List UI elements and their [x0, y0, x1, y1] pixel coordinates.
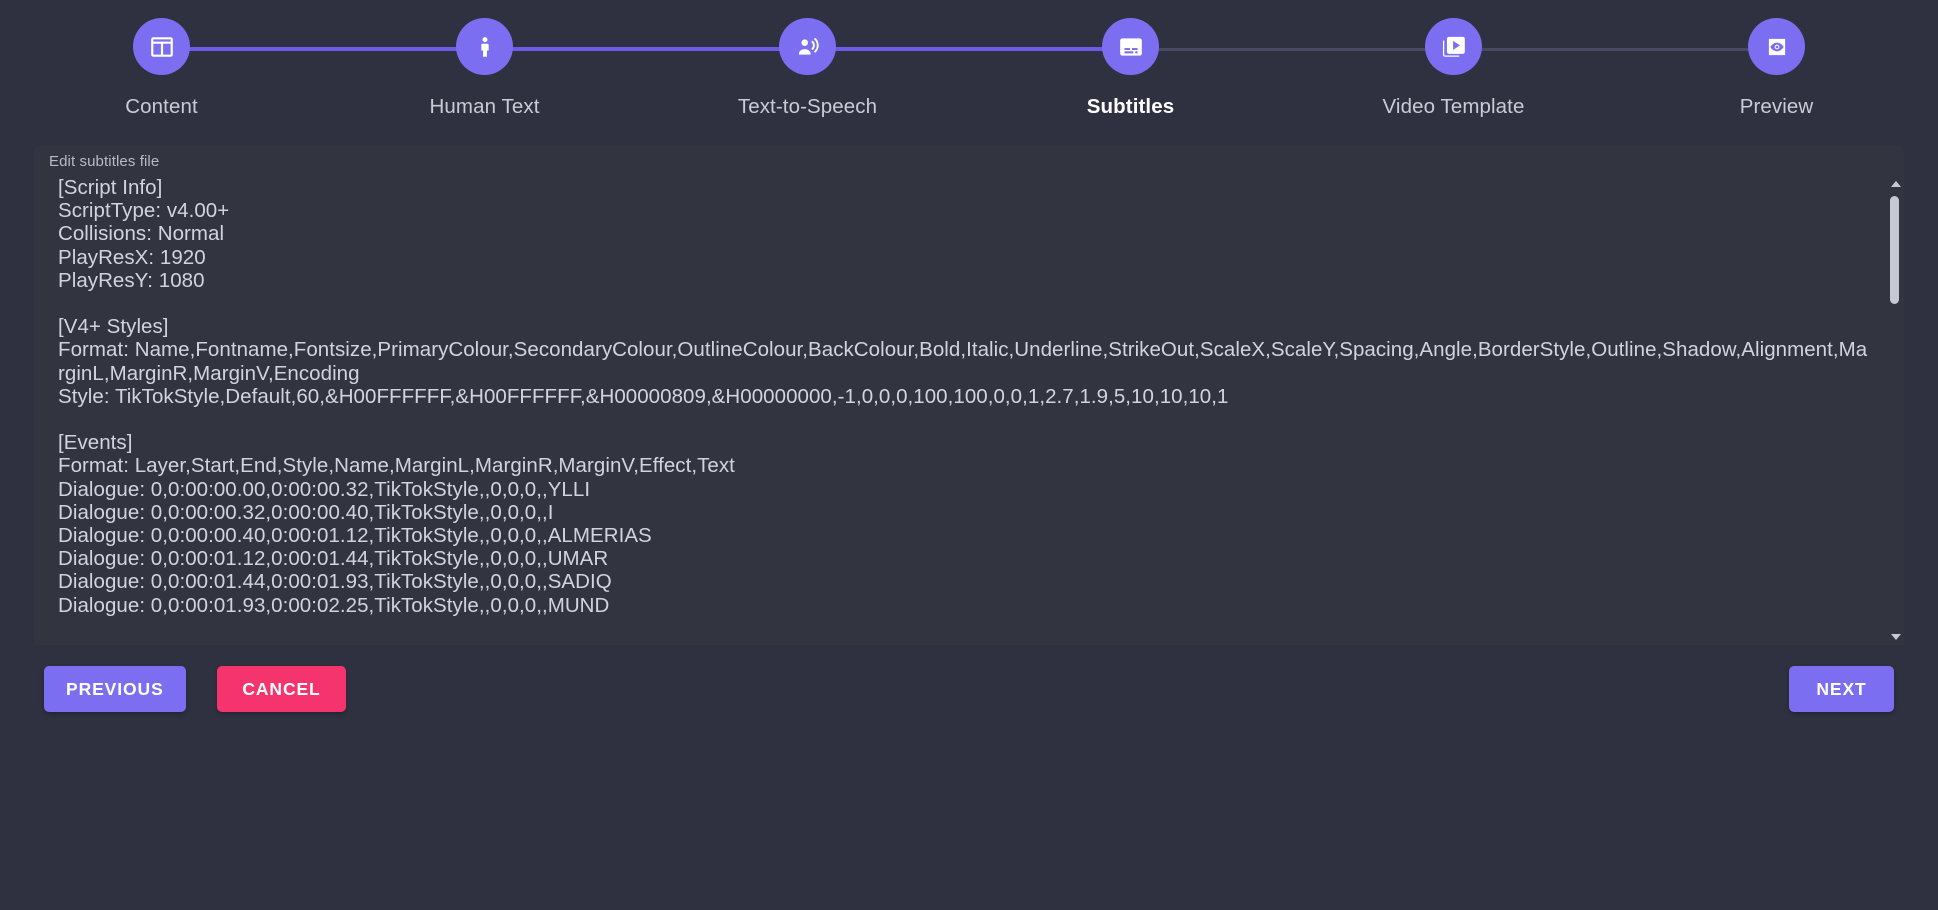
step-preview[interactable]: Preview: [1615, 0, 1938, 118]
step-human-text[interactable]: Human Text: [323, 0, 646, 118]
preview-eye-icon: [1764, 34, 1790, 60]
step-video-template-label: Video Template: [1383, 97, 1525, 118]
next-button[interactable]: NEXT: [1789, 666, 1894, 712]
step-subtitles-circle[interactable]: [1102, 18, 1159, 75]
step-video-template[interactable]: Video Template: [1292, 0, 1615, 118]
content-layout-icon: [149, 34, 175, 60]
step-content-label: Content: [125, 97, 198, 118]
person-speaking-icon: [795, 34, 821, 60]
step-text-to-speech-label: Text-to-Speech: [738, 97, 877, 118]
video-library-icon: [1441, 34, 1467, 60]
step-human-text-label: Human Text: [429, 97, 539, 118]
subtitles-editor-panel[interactable]: Edit subtitles file [Script Info] Script…: [34, 146, 1904, 645]
editor-legend-label: Edit subtitles file: [49, 154, 159, 169]
step-subtitles-label: Subtitles: [1087, 97, 1174, 118]
scroll-up-arrow-icon[interactable]: [1887, 177, 1904, 191]
step-human-text-circle[interactable]: [456, 18, 513, 75]
subtitles-textarea[interactable]: [Script Info] ScriptType: v4.00+ Collisi…: [58, 176, 1874, 645]
step-content-circle[interactable]: [133, 18, 190, 75]
previous-button[interactable]: PREVIOUS: [44, 666, 186, 712]
person-icon: [472, 34, 498, 60]
wizard-stepper: Content Human Text Text-to-Speech: [0, 0, 1938, 140]
step-text-to-speech-circle[interactable]: [779, 18, 836, 75]
step-text-to-speech[interactable]: Text-to-Speech: [646, 0, 969, 118]
scroll-down-arrow-icon[interactable]: [1887, 630, 1904, 644]
wizard-footer: PREVIOUS CANCEL NEXT: [0, 645, 1938, 910]
step-preview-circle[interactable]: [1748, 18, 1805, 75]
step-video-template-circle[interactable]: [1425, 18, 1482, 75]
step-subtitles[interactable]: Subtitles: [969, 0, 1292, 118]
subtitles-wizard-page: Content Human Text Text-to-Speech: [0, 0, 1938, 910]
step-content[interactable]: Content: [0, 0, 323, 118]
editor-scrollbar[interactable]: [1887, 176, 1904, 645]
scrollbar-thumb[interactable]: [1890, 196, 1899, 304]
step-preview-label: Preview: [1740, 97, 1814, 118]
cancel-button[interactable]: CANCEL: [217, 666, 346, 712]
subtitles-icon: [1118, 34, 1144, 60]
